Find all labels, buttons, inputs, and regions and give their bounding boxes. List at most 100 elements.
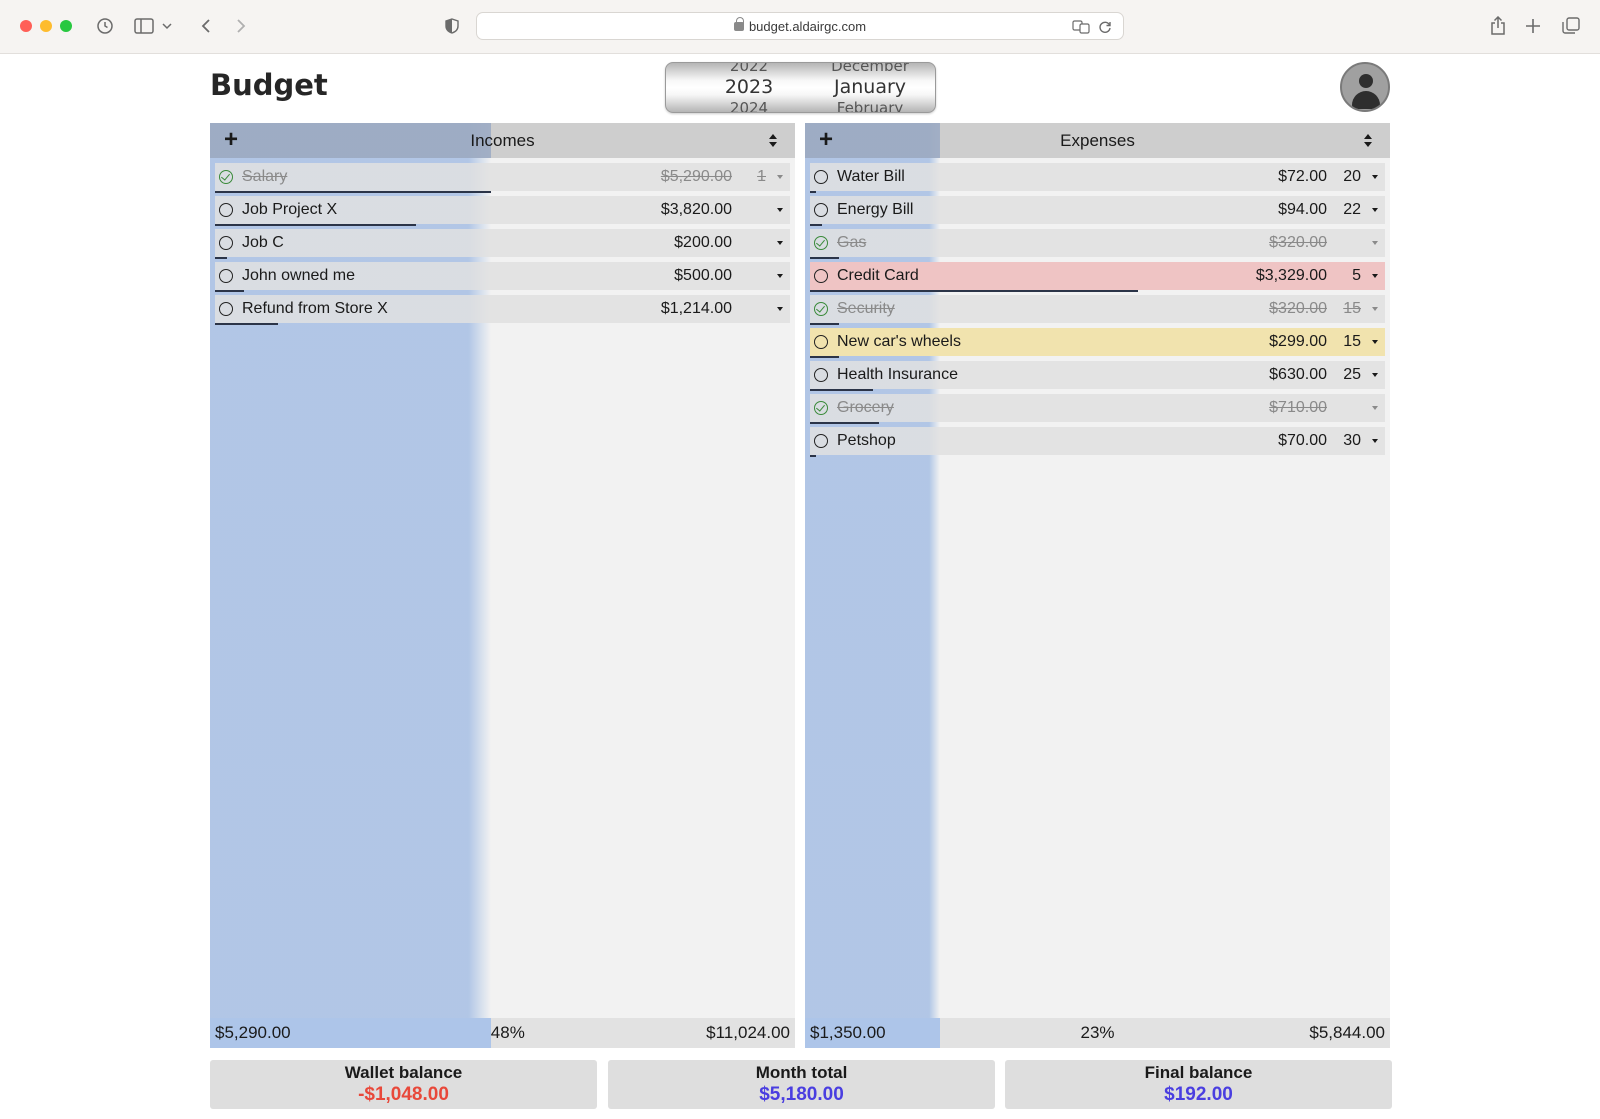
- caret-down-icon[interactable]: [777, 274, 783, 278]
- caret-down-icon[interactable]: [777, 175, 783, 179]
- share-icon[interactable]: [1486, 14, 1510, 38]
- row-due-day: 5: [1352, 267, 1361, 284]
- expenses-footer: $1,350.00 23% $5,844.00: [805, 1018, 1390, 1048]
- caret-down-icon[interactable]: [1372, 307, 1378, 311]
- incomes-received-total: $5,290.00: [215, 1023, 291, 1042]
- circle-icon[interactable]: [814, 335, 828, 349]
- row-share-bar: [810, 323, 839, 325]
- close-window-button[interactable]: [20, 20, 32, 32]
- row-name: Gas: [837, 234, 867, 251]
- expenses-row[interactable]: Petshop $70.00 30: [810, 427, 1385, 457]
- incomes-row[interactable]: Job C $200.00: [215, 229, 790, 259]
- row-share-bar: [810, 290, 1138, 292]
- url-text: budget.aldairgc.com: [748, 19, 867, 34]
- incomes-panel: + Incomes Salary $5,290.00 1 Job Project X $…: [210, 123, 795, 1048]
- caret-down-icon[interactable]: [1372, 340, 1378, 344]
- month-year-picker[interactable]: 2022 2023 2024 December January February: [665, 62, 936, 113]
- picker-month-prev[interactable]: December: [806, 63, 934, 75]
- caret-down-icon[interactable]: [1372, 406, 1378, 410]
- caret-down-icon[interactable]: [1372, 274, 1378, 278]
- month-wheel[interactable]: December January February: [806, 63, 934, 112]
- row-name: Petshop: [837, 432, 896, 449]
- tab-overview-icon[interactable]: [1559, 14, 1583, 38]
- caret-down-icon[interactable]: [1372, 373, 1378, 377]
- expenses-percent: 23%: [1080, 1023, 1115, 1042]
- year-wheel[interactable]: 2022 2023 2024: [694, 63, 804, 112]
- forward-icon[interactable]: [229, 14, 253, 38]
- picker-month-next[interactable]: February: [806, 99, 934, 112]
- row-amount: $500.00: [674, 267, 732, 284]
- checked-circle-icon[interactable]: [814, 236, 828, 250]
- picker-year-next[interactable]: 2024: [694, 99, 804, 112]
- row-share-bar: [810, 224, 822, 226]
- checked-circle-icon[interactable]: [219, 170, 233, 184]
- circle-icon[interactable]: [219, 236, 233, 250]
- wallet-balance-card: Wallet balance -$1,048.00: [210, 1060, 597, 1109]
- back-icon[interactable]: [194, 14, 218, 38]
- caret-down-icon[interactable]: [1372, 175, 1378, 179]
- row-amount: $200.00: [674, 234, 732, 251]
- address-bar[interactable]: budget.aldairgc.com: [476, 12, 1124, 40]
- incomes-row[interactable]: Refund from Store X $1,214.00: [215, 295, 790, 325]
- caret-down-icon[interactable]: [1372, 241, 1378, 245]
- circle-icon[interactable]: [814, 269, 828, 283]
- checked-circle-icon[interactable]: [814, 401, 828, 415]
- caret-down-icon[interactable]: [1372, 439, 1378, 443]
- expenses-row[interactable]: Energy Bill $94.00 22: [810, 196, 1385, 226]
- row-amount: $70.00: [1278, 432, 1327, 449]
- expenses-row[interactable]: New car's wheels $299.00 15: [810, 328, 1385, 358]
- translate-icon[interactable]: [1069, 15, 1093, 39]
- incomes-list: Salary $5,290.00 1 Job Project X $3,820.00 Jo…: [215, 163, 790, 328]
- circle-icon[interactable]: [814, 368, 828, 382]
- circle-icon[interactable]: [814, 434, 828, 448]
- circle-icon[interactable]: [814, 203, 828, 217]
- caret-down-icon[interactable]: [777, 241, 783, 245]
- privacy-shield-icon[interactable]: [440, 14, 464, 38]
- expenses-row[interactable]: Health Insurance $630.00 25: [810, 361, 1385, 391]
- row-amount: $3,329.00: [1255, 267, 1327, 284]
- row-share-bar: [215, 257, 227, 259]
- picker-year-prev[interactable]: 2022: [694, 63, 804, 75]
- row-amount: $320.00: [1269, 234, 1327, 251]
- circle-icon[interactable]: [219, 269, 233, 283]
- expenses-row[interactable]: Gas $320.00: [810, 229, 1385, 259]
- row-name: Salary: [242, 168, 288, 185]
- user-icon: [1359, 74, 1373, 88]
- user-avatar-button[interactable]: [1340, 62, 1390, 112]
- reload-icon[interactable]: [1093, 15, 1117, 39]
- incomes-row[interactable]: John owned me $500.00: [215, 262, 790, 292]
- row-share-bar: [810, 356, 839, 358]
- incomes-row[interactable]: Job Project X $3,820.00: [215, 196, 790, 226]
- zoom-window-button[interactable]: [60, 20, 72, 32]
- row-share-bar: [810, 257, 839, 259]
- circle-icon[interactable]: [219, 203, 233, 217]
- expenses-row[interactable]: Grocery $710.00: [810, 394, 1385, 424]
- checked-circle-icon[interactable]: [814, 302, 828, 316]
- new-tab-icon[interactable]: [1521, 14, 1545, 38]
- row-amount: $710.00: [1269, 399, 1327, 416]
- caret-down-icon[interactable]: [777, 208, 783, 212]
- row-name: Health Insurance: [837, 366, 958, 383]
- sort-icon[interactable]: [769, 134, 777, 148]
- picker-month-current[interactable]: January: [806, 76, 934, 98]
- minimize-window-button[interactable]: [40, 20, 52, 32]
- month-total-card: Month total $5,180.00: [608, 1060, 995, 1109]
- chevron-down-icon[interactable]: [160, 14, 174, 38]
- caret-down-icon[interactable]: [777, 307, 783, 311]
- row-amount: $5,290.00: [660, 168, 732, 185]
- history-icon[interactable]: [93, 14, 117, 38]
- expenses-row[interactable]: Security $320.00 15: [810, 295, 1385, 325]
- row-amount: $94.00: [1278, 201, 1327, 218]
- caret-down-icon[interactable]: [1372, 208, 1378, 212]
- sort-icon[interactable]: [1364, 134, 1372, 148]
- row-amount: $72.00: [1278, 168, 1327, 185]
- expenses-row[interactable]: Water Bill $72.00 20: [810, 163, 1385, 193]
- incomes-row[interactable]: Salary $5,290.00 1: [215, 163, 790, 193]
- expenses-row[interactable]: Credit Card $3,329.00 5: [810, 262, 1385, 292]
- circle-icon[interactable]: [219, 302, 233, 316]
- expenses-header: + Expenses: [805, 123, 1390, 158]
- circle-icon[interactable]: [814, 170, 828, 184]
- picker-year-current[interactable]: 2023: [694, 76, 804, 98]
- expenses-list: Water Bill $72.00 20 Energy Bill $94.00 22 Gas…: [810, 163, 1385, 460]
- sidebar-icon[interactable]: [132, 14, 156, 38]
